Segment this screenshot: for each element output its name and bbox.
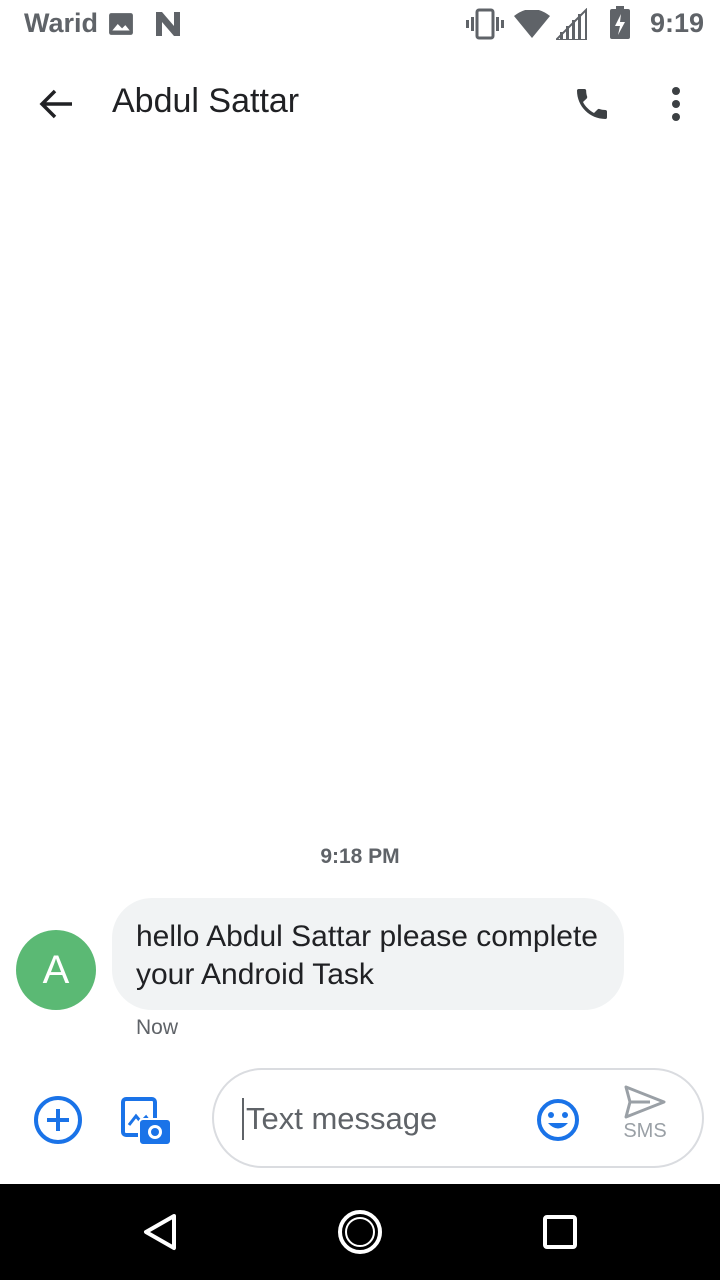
send-icon	[624, 1085, 666, 1119]
clock: 9:19	[649, 8, 704, 38]
message-time: Now	[136, 1016, 179, 1039]
wifi-icon	[514, 9, 550, 43]
gallery-button[interactable]	[118, 1094, 174, 1150]
avatar[interactable]: A	[16, 930, 96, 1010]
phone-icon	[577, 89, 607, 119]
nav-home-button[interactable]	[336, 1208, 384, 1256]
send-button[interactable]: SMS	[610, 1084, 680, 1154]
text-message-input[interactable]	[242, 1098, 516, 1140]
battery-icon	[609, 6, 631, 45]
carrier-name: Warid	[24, 8, 98, 38]
more-options-button[interactable]	[650, 74, 702, 134]
image-notification-icon	[108, 11, 134, 42]
add-circle-icon	[34, 1096, 82, 1144]
more-vert-icon	[672, 87, 680, 121]
emoji-icon	[537, 1099, 579, 1141]
gallery-camera-icon	[121, 1097, 172, 1146]
nav-home-icon	[338, 1210, 382, 1254]
nav-recents-icon	[543, 1215, 577, 1249]
arrow-back-icon	[39, 89, 72, 119]
vibrate-icon	[466, 8, 504, 45]
nav-recents-button[interactable]	[536, 1208, 584, 1256]
app-bar: Abdul Sattar	[0, 52, 720, 156]
send-mode-label: SMS	[623, 1120, 667, 1142]
message-bubble[interactable]: hello Abdul Sattar please complete your …	[112, 898, 624, 1010]
emoji-button[interactable]	[536, 1098, 580, 1142]
nav-back-icon	[144, 1214, 176, 1250]
conversation-timestamp: 9:18 PM	[320, 845, 400, 868]
contact-name-title: Abdul Sattar	[112, 82, 300, 120]
status-bar: Warid 9:19	[0, 0, 720, 50]
call-button[interactable]	[562, 74, 622, 134]
back-button[interactable]	[24, 78, 88, 130]
add-attachment-button[interactable]	[32, 1094, 84, 1146]
nav-back-button[interactable]	[136, 1208, 184, 1256]
cell-signal-icon	[553, 7, 588, 45]
n-notification-icon	[154, 10, 184, 43]
compose-field: SMS	[212, 1068, 704, 1168]
system-nav-bar	[0, 1184, 720, 1280]
